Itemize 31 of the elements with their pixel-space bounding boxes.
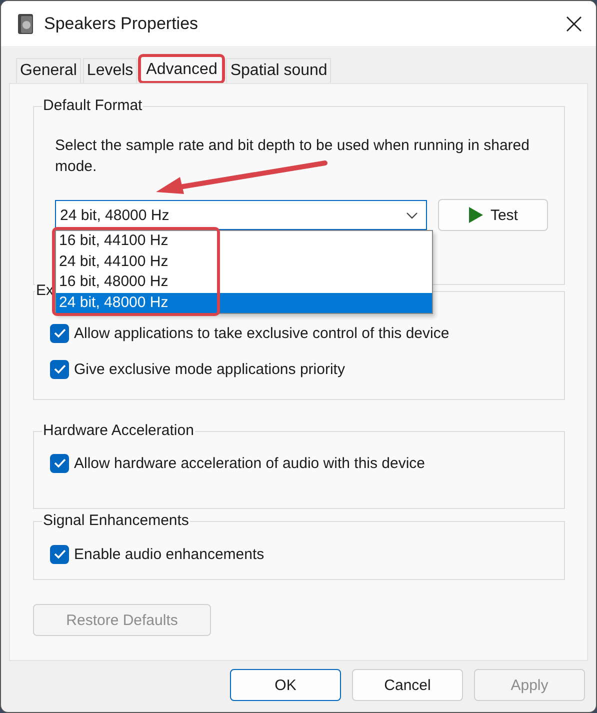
close-icon[interactable]	[566, 16, 582, 32]
checkbox[interactable]	[50, 454, 69, 472]
tab[interactable]: Spatial sound	[226, 58, 332, 83]
group-title: Signal Enhancements	[42, 512, 190, 530]
description-text: Select the sample rate and bit depth to be used when running in shared mode.	[55, 136, 530, 177]
dropdown-option[interactable]: 16 bit, 44100 Hz	[56, 231, 432, 252]
checkbox[interactable]	[50, 360, 69, 378]
checkbox-label: Allow applications to take exclusive control of this device	[74, 324, 450, 342]
window-title: Speakers Properties	[44, 14, 200, 34]
check-icon	[54, 364, 66, 374]
tab[interactable]: Advanced	[139, 55, 224, 83]
dialog-button[interactable]: OK	[230, 669, 341, 701]
checkbox-label: Enable audio enhancements	[74, 546, 264, 562]
dropdown-option[interactable]: 24 bit, 48000 Hz	[56, 292, 432, 313]
checkbox-label: Give exclusive mode applications priority	[74, 360, 345, 378]
speaker-icon	[17, 12, 34, 34]
check-icon	[54, 458, 66, 468]
check-icon	[54, 328, 66, 338]
tab[interactable]: General	[16, 58, 81, 83]
format-dropdown[interactable]: 24 bit, 48000 Hz	[55, 200, 428, 230]
dialog-button[interactable]: Cancel	[352, 669, 463, 701]
checkbox-label: Allow hardware acceleration of audio with this device	[74, 454, 426, 472]
play-icon	[468, 206, 484, 224]
dropdown-option[interactable]: 24 bit, 44100 Hz	[56, 252, 432, 272]
tab[interactable]: Levels	[82, 58, 138, 83]
test-button[interactable]: Test	[438, 199, 548, 231]
dropdown-option[interactable]: 16 bit, 48000 Hz	[56, 272, 432, 292]
check-icon	[54, 549, 66, 559]
checkbox[interactable]	[50, 324, 69, 342]
checkbox[interactable]	[50, 544, 69, 564]
chevron-icon	[406, 212, 418, 218]
